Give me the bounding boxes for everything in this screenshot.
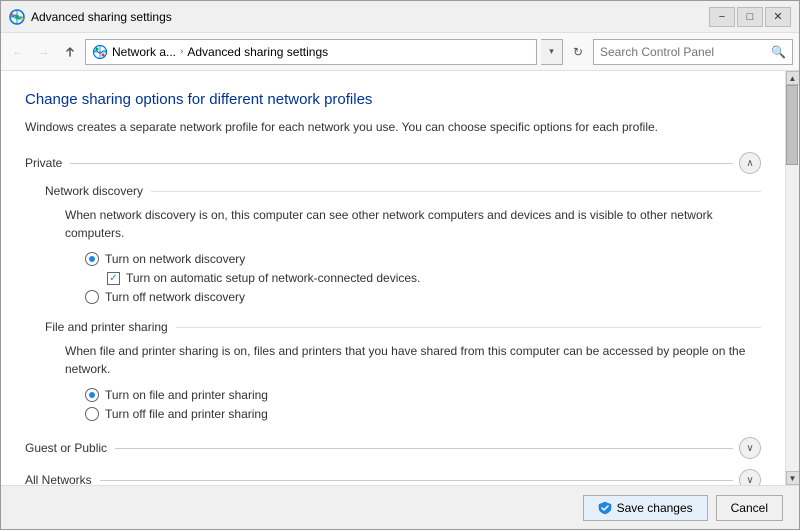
- search-box[interactable]: 🔍: [593, 39, 793, 65]
- breadcrumb-sep-1: ›: [180, 46, 183, 57]
- page-description: Windows creates a separate network profi…: [25, 118, 761, 136]
- footer: Save changes Cancel: [1, 485, 799, 529]
- network-discovery-options: Turn on network discovery ✓ Turn on auto…: [85, 252, 761, 304]
- cancel-button[interactable]: Cancel: [716, 495, 783, 521]
- private-divider: [70, 163, 733, 164]
- minimize-button[interactable]: −: [709, 7, 735, 27]
- guest-toggle[interactable]: ∨: [739, 437, 761, 459]
- window-title: Advanced sharing settings: [31, 10, 709, 24]
- main-content: Change sharing options for different net…: [1, 71, 785, 485]
- title-bar: Advanced sharing settings − □ ✕: [1, 1, 799, 33]
- all-networks-section-header: All Networks ∨: [25, 469, 761, 485]
- address-dropdown[interactable]: ▾: [541, 39, 563, 65]
- turn-off-nd-radio[interactable]: [85, 290, 99, 304]
- file-sharing-subsection: File and printer sharing When file and p…: [45, 320, 761, 421]
- breadcrumb-current: Advanced sharing settings: [187, 45, 328, 59]
- auto-setup-option[interactable]: ✓ Turn on automatic setup of network-con…: [107, 271, 761, 285]
- window-icon: [9, 9, 25, 25]
- all-networks-divider: [100, 480, 733, 481]
- search-icon[interactable]: 🔍: [771, 45, 786, 59]
- breadcrumb-network: Network a...: [112, 45, 176, 59]
- private-section-header: Private ∧: [25, 152, 761, 174]
- scroll-track[interactable]: [786, 85, 799, 471]
- file-sharing-desc: When file and printer sharing is on, fil…: [65, 342, 761, 378]
- address-bar: ← → Network a... › Advanced sharing sett…: [1, 33, 799, 71]
- refresh-icon: ↻: [573, 45, 583, 59]
- maximize-button[interactable]: □: [737, 7, 763, 27]
- up-button[interactable]: [59, 41, 81, 63]
- turn-off-nd-label: Turn off network discovery: [105, 290, 245, 304]
- scroll-up-button[interactable]: ▲: [786, 71, 800, 85]
- guest-label: Guest or Public: [25, 441, 107, 455]
- turn-off-fs-label: Turn off file and printer sharing: [105, 407, 268, 421]
- back-button[interactable]: ←: [7, 41, 29, 63]
- turn-on-fs-radio[interactable]: [85, 388, 99, 402]
- scrollbar: ▲ ▼: [785, 71, 799, 485]
- network-discovery-subsection: Network discovery When network discovery…: [45, 184, 761, 304]
- title-controls: − □ ✕: [709, 7, 791, 27]
- file-sharing-options: Turn on file and printer sharing Turn of…: [85, 388, 761, 421]
- search-input[interactable]: [600, 45, 771, 59]
- forward-button[interactable]: →: [33, 41, 55, 63]
- dropdown-arrow-icon: ▾: [549, 46, 554, 57]
- auto-setup-label: Turn on automatic setup of network-conne…: [126, 271, 420, 285]
- address-path[interactable]: Network a... › Advanced sharing settings: [85, 39, 537, 65]
- turn-on-radio[interactable]: [85, 252, 99, 266]
- turn-on-network-discovery-option[interactable]: Turn on network discovery: [85, 252, 761, 266]
- shield-icon: [598, 501, 612, 515]
- turn-on-file-sharing-option[interactable]: Turn on file and printer sharing: [85, 388, 761, 402]
- turn-off-file-sharing-option[interactable]: Turn off file and printer sharing: [85, 407, 761, 421]
- private-label: Private: [25, 156, 62, 170]
- scroll-thumb[interactable]: [786, 85, 798, 165]
- network-discovery-header: Network discovery: [45, 184, 761, 198]
- close-button[interactable]: ✕: [765, 7, 791, 27]
- private-toggle[interactable]: ∧: [739, 152, 761, 174]
- network-discovery-divider: [151, 191, 761, 192]
- turn-on-nd-label: Turn on network discovery: [105, 252, 245, 266]
- turn-off-fs-radio[interactable]: [85, 407, 99, 421]
- scroll-down-button[interactable]: ▼: [786, 471, 800, 485]
- network-icon: [92, 44, 108, 60]
- turn-on-fs-label: Turn on file and printer sharing: [105, 388, 268, 402]
- refresh-button[interactable]: ↻: [567, 41, 589, 63]
- save-button[interactable]: Save changes: [583, 495, 708, 521]
- all-networks-toggle[interactable]: ∨: [739, 469, 761, 485]
- network-discovery-label: Network discovery: [45, 184, 143, 198]
- file-sharing-label: File and printer sharing: [45, 320, 168, 334]
- content-area: Change sharing options for different net…: [1, 71, 799, 485]
- save-label: Save changes: [617, 501, 693, 515]
- turn-off-network-discovery-option[interactable]: Turn off network discovery: [85, 290, 761, 304]
- auto-setup-checkbox[interactable]: ✓: [107, 272, 120, 285]
- file-sharing-header: File and printer sharing: [45, 320, 761, 334]
- page-title: Change sharing options for different net…: [25, 91, 761, 108]
- network-discovery-desc: When network discovery is on, this compu…: [65, 206, 761, 242]
- file-sharing-divider: [176, 327, 761, 328]
- guest-divider: [115, 448, 733, 449]
- main-window: Advanced sharing settings − □ ✕ ← → Netw…: [0, 0, 800, 530]
- all-networks-label: All Networks: [25, 473, 92, 485]
- guest-section-header: Guest or Public ∨: [25, 437, 761, 459]
